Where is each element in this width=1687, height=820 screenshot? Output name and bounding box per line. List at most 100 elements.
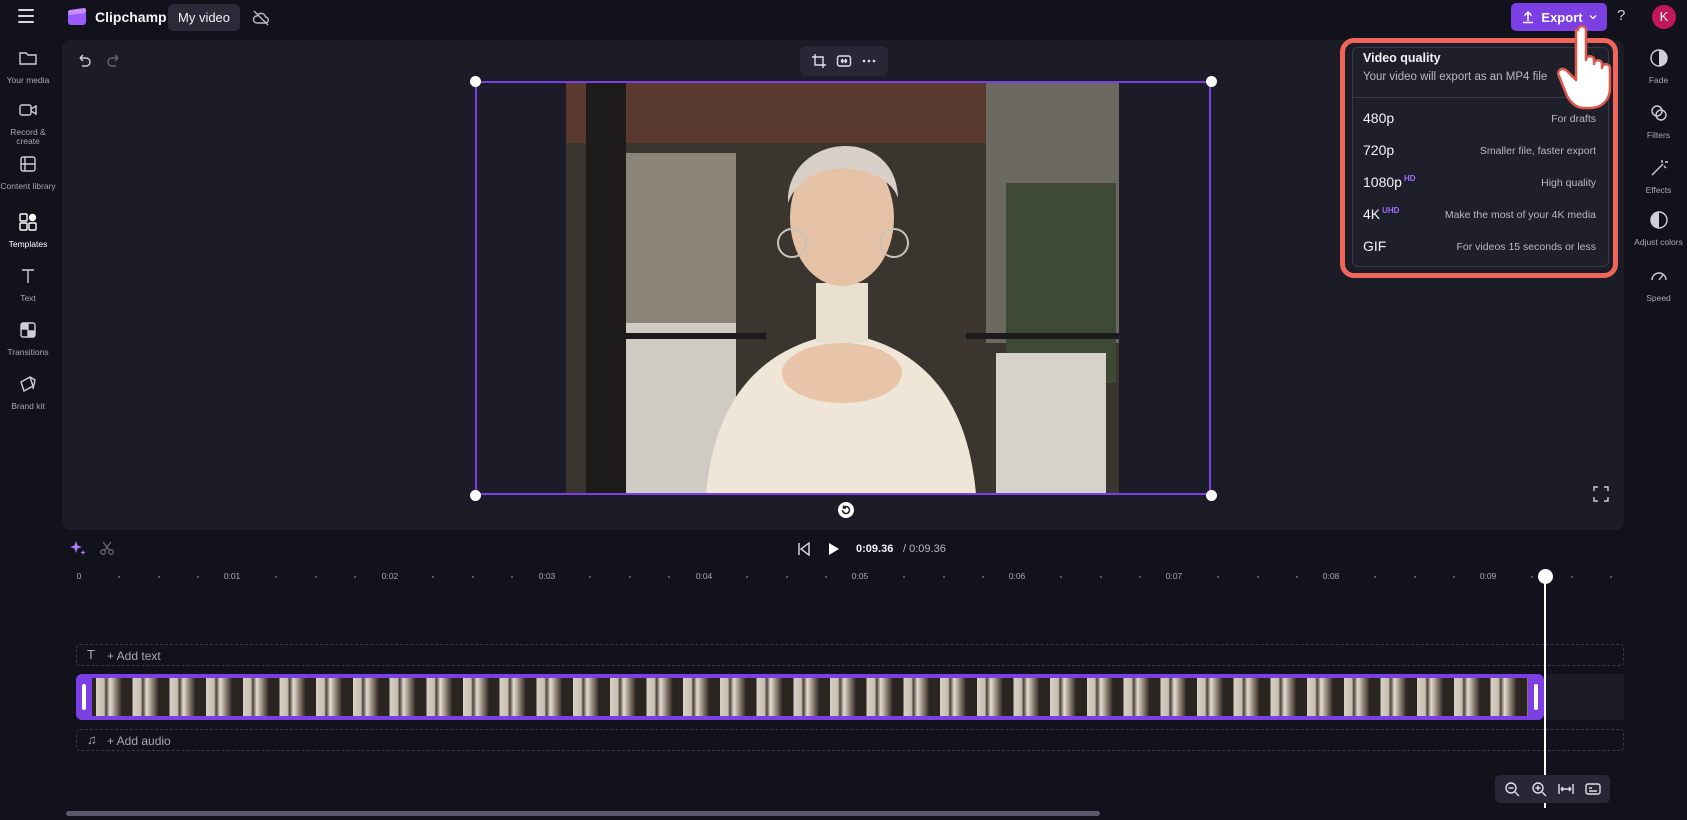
resize-handle-top-right[interactable] xyxy=(1206,76,1217,87)
sidebar-item-label: Brand kit xyxy=(11,401,45,411)
clip-thumbnails xyxy=(92,678,1528,716)
effects-icon xyxy=(1651,160,1668,176)
ruler-tick xyxy=(471,576,474,578)
sidebar-item-filters[interactable]: Filters xyxy=(1630,103,1687,140)
text-icon xyxy=(22,269,34,283)
current-time: 0:09.36 xyxy=(856,543,894,555)
sidebar-item-label: Content library xyxy=(0,181,56,191)
fit-timeline-icon[interactable] xyxy=(1558,781,1574,797)
add-text-label: + Add text xyxy=(107,649,161,663)
ruler-label: 0:03 xyxy=(538,571,556,581)
ruler-label: 0:01 xyxy=(223,571,241,581)
cloud-off-icon[interactable] xyxy=(252,9,270,27)
sidebar-item-label: Text xyxy=(20,293,36,303)
play-icon[interactable] xyxy=(825,541,841,557)
playhead-handle[interactable] xyxy=(1538,569,1553,584)
transitions-icon xyxy=(20,322,36,338)
hamburger-menu-icon[interactable] xyxy=(18,9,34,23)
clip-trim-handle-left[interactable] xyxy=(82,684,86,710)
sidebar-item-effects[interactable]: Effects xyxy=(1630,158,1687,195)
add-audio-label: + Add audio xyxy=(107,734,171,748)
ruler-label: 0:08 xyxy=(1322,571,1340,581)
ruler-tick xyxy=(1099,576,1102,578)
add-audio-track[interactable]: ♫ + Add audio xyxy=(76,729,1624,751)
ruler-label: 0 xyxy=(76,571,82,581)
top-bar: Clipchamp My video Export ? K xyxy=(0,0,1687,36)
ruler-tick xyxy=(1295,576,1298,578)
timeline-ruler[interactable]: 0 0:01 0:02 0:03 0:04 0:05 0:06 0:07 0:0… xyxy=(72,571,1612,585)
redo-icon[interactable] xyxy=(106,52,122,68)
ruler-label: 0:05 xyxy=(851,571,869,581)
app-name: Clipchamp xyxy=(95,9,167,25)
ruler-tick xyxy=(589,576,592,578)
sidebar-item-label: Fade xyxy=(1648,75,1669,85)
undo-icon[interactable] xyxy=(76,52,92,68)
sidebar-item-adjust-colors[interactable]: Adjust colors xyxy=(1630,210,1687,247)
clipchamp-logo-icon xyxy=(68,8,87,25)
folder-icon xyxy=(19,52,37,65)
ruler-tick xyxy=(1531,576,1534,578)
templates-icon xyxy=(19,213,37,231)
sidebar-item-fade[interactable]: Fade xyxy=(1630,48,1687,85)
rotate-icon[interactable] xyxy=(837,501,855,519)
hand-pointer-icon xyxy=(1557,25,1612,110)
resize-handle-top-left[interactable] xyxy=(470,76,481,87)
crop-icon[interactable] xyxy=(811,53,827,69)
sidebar-item-record-create[interactable]: Record & create xyxy=(0,100,56,146)
camera-icon xyxy=(19,104,37,116)
ruler-tick xyxy=(1413,576,1416,578)
ruler-tick xyxy=(510,576,513,578)
clip-trim-handle-right[interactable] xyxy=(1534,684,1538,710)
ruler-tick xyxy=(785,576,788,578)
ruler-tick xyxy=(1138,576,1141,578)
zoom-out-icon[interactable] xyxy=(1504,781,1520,797)
more-options-icon[interactable] xyxy=(861,53,877,69)
resize-handle-bottom-left[interactable] xyxy=(470,490,481,501)
fit-icon[interactable] xyxy=(836,53,852,69)
sidebar-item-speed[interactable]: Speed xyxy=(1630,266,1687,303)
project-title-tab[interactable]: My video xyxy=(168,4,241,31)
sidebar-item-brand-kit[interactable]: Brand kit xyxy=(0,374,56,411)
clip-toolbar xyxy=(800,46,888,76)
ruler-tick xyxy=(1374,576,1377,578)
sparkle-icon[interactable] xyxy=(70,540,86,556)
horizontal-scrollbar[interactable] xyxy=(66,811,1100,816)
add-text-track[interactable]: T + Add text xyxy=(76,644,1624,666)
sidebar-item-content-library[interactable]: Content library xyxy=(0,154,56,191)
ruler-label: 0:06 xyxy=(1008,571,1026,581)
ruler-tick xyxy=(1217,576,1220,578)
total-time: / 0:09.36 xyxy=(903,543,946,555)
sidebar-item-transitions[interactable]: Transitions xyxy=(0,320,56,357)
ruler-label: 0:04 xyxy=(695,571,713,581)
ruler-tick xyxy=(628,576,631,578)
fullscreen-icon[interactable] xyxy=(1593,486,1609,502)
ruler-tick xyxy=(432,576,435,578)
ruler-tick xyxy=(157,576,160,578)
ruler-label: 0:07 xyxy=(1165,571,1183,581)
captions-icon[interactable] xyxy=(1584,781,1601,797)
avatar[interactable]: K xyxy=(1652,5,1676,29)
video-clip[interactable] xyxy=(76,674,1544,720)
ruler-tick xyxy=(118,576,121,578)
scissors-icon[interactable] xyxy=(99,540,115,556)
fade-icon xyxy=(1649,49,1668,67)
resize-handle-bottom-right[interactable] xyxy=(1206,490,1217,501)
ruler-tick xyxy=(1060,576,1063,578)
sidebar-item-label: Your media xyxy=(6,75,50,85)
ruler-tick xyxy=(942,576,945,578)
ruler-tick xyxy=(1256,576,1259,578)
sidebar-item-templates[interactable]: Templates xyxy=(0,212,56,249)
filters-icon xyxy=(1650,105,1667,121)
ruler-label: 0:09 xyxy=(1479,571,1497,581)
ruler-tick xyxy=(275,576,278,578)
sidebar-item-text[interactable]: Text xyxy=(0,266,56,303)
sidebar-item-your-media[interactable]: Your media xyxy=(0,48,56,85)
sidebar-item-label: Templates xyxy=(8,239,48,249)
zoom-in-icon[interactable] xyxy=(1531,781,1547,797)
ruler-tick xyxy=(824,576,827,578)
text-icon: T xyxy=(87,647,95,662)
skip-back-icon[interactable] xyxy=(796,541,812,557)
ruler-tick xyxy=(903,576,906,578)
speed-icon xyxy=(1650,272,1667,281)
ruler-tick xyxy=(667,576,670,578)
